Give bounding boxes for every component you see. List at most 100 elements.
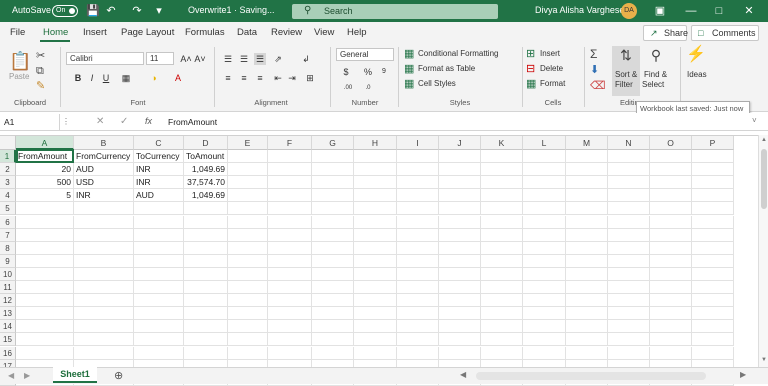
cell-p3[interactable]	[692, 176, 734, 190]
cell-c2[interactable]: INR	[134, 163, 184, 177]
cell-b11[interactable]	[74, 281, 134, 294]
customize-qat-icon[interactable]: ▾	[152, 4, 166, 18]
cell-p9[interactable]	[692, 254, 734, 268]
underline-icon[interactable]: U	[100, 72, 112, 84]
cell-b2[interactable]: AUD	[74, 163, 134, 177]
row-header-14[interactable]: 14	[0, 320, 16, 334]
cell-a12[interactable]	[16, 294, 74, 308]
align-left-icon[interactable]: ≡	[222, 72, 234, 84]
cell-m16[interactable]	[566, 346, 608, 360]
cell-k11[interactable]	[481, 281, 523, 294]
scroll-down-icon[interactable]: ▼	[761, 357, 767, 363]
column-header-h[interactable]: H	[354, 136, 397, 150]
cell-k5[interactable]	[481, 202, 523, 216]
cell-c9[interactable]	[134, 254, 184, 268]
fill-icon[interactable]: ⬇	[590, 63, 599, 77]
cell-e5[interactable]	[228, 202, 268, 216]
expand-formula-icon[interactable]: ˅	[752, 116, 757, 125]
cell-l10[interactable]	[523, 267, 566, 281]
cell-i14[interactable]	[397, 320, 439, 334]
hscroll-left-icon[interactable]: ◀	[460, 370, 466, 379]
cell-n3[interactable]	[608, 176, 650, 190]
cell-h4[interactable]	[354, 189, 397, 203]
fill-color-icon[interactable]: ◑	[148, 72, 160, 84]
cell-g15[interactable]	[312, 333, 354, 347]
column-header-b[interactable]: B	[74, 136, 134, 150]
cell-f4[interactable]	[268, 189, 312, 203]
cell-o8[interactable]	[650, 241, 692, 255]
cell-m1[interactable]	[566, 150, 608, 163]
cell-n7[interactable]	[608, 228, 650, 242]
cell-c12[interactable]	[134, 294, 184, 308]
cell-a16[interactable]	[16, 346, 74, 360]
cell-g9[interactable]	[312, 254, 354, 268]
cell-b15[interactable]	[74, 333, 134, 347]
cell-b10[interactable]	[74, 267, 134, 281]
column-header-f[interactable]: F	[268, 136, 312, 150]
cell-o9[interactable]	[650, 254, 692, 268]
increase-font-icon[interactable]: A˄	[180, 53, 192, 65]
share-button[interactable]: ↗ Share	[643, 25, 688, 41]
cell-j14[interactable]	[439, 320, 481, 334]
comma-style-icon[interactable]: 9	[378, 66, 390, 78]
cell-k8[interactable]	[481, 241, 523, 255]
cell-n2[interactable]	[608, 163, 650, 177]
insert-function-icon[interactable]: fx	[145, 116, 152, 126]
cell-d10[interactable]	[184, 267, 228, 281]
cell-n4[interactable]	[608, 189, 650, 203]
cell-h8[interactable]	[354, 241, 397, 255]
cell-a15[interactable]	[16, 333, 74, 347]
cell-c16[interactable]	[134, 346, 184, 360]
cell-h12[interactable]	[354, 294, 397, 308]
decrease-indent-icon[interactable]: ⇤	[272, 72, 284, 84]
cell-h1[interactable]	[354, 150, 397, 163]
cell-j12[interactable]	[439, 294, 481, 308]
cell-c8[interactable]	[134, 241, 184, 255]
worksheet-grid[interactable]: ABCDEFGHIJKLMNOP 1 2 3 4 5 6 7 8 9 10 11 12 13 14 15 16…	[0, 135, 758, 386]
cell-e10[interactable]	[228, 267, 268, 281]
cell-n6[interactable]	[608, 215, 650, 229]
row-header-10[interactable]: 10	[0, 267, 16, 281]
cell-p2[interactable]	[692, 163, 734, 177]
cell-j13[interactable]	[439, 307, 481, 321]
cell-f3[interactable]	[268, 176, 312, 190]
autosave-toggle[interactable]: On	[52, 5, 78, 17]
cell-f13[interactable]	[268, 307, 312, 321]
cell-b16[interactable]	[74, 346, 134, 360]
column-header-i[interactable]: I	[397, 136, 439, 150]
row-header-2[interactable]: 2	[0, 163, 16, 177]
cell-p6[interactable]	[692, 215, 734, 229]
row-header-5[interactable]: 5	[0, 202, 16, 216]
cell-n8[interactable]	[608, 241, 650, 255]
paste-icon[interactable]: 📋	[9, 52, 31, 70]
row-header-11[interactable]: 11	[0, 281, 16, 294]
column-header-m[interactable]: M	[566, 136, 608, 150]
minimize-icon[interactable]: —	[684, 4, 698, 18]
cell-c4[interactable]: AUD	[134, 189, 184, 203]
cell-p16[interactable]	[692, 346, 734, 360]
cell-p12[interactable]	[692, 294, 734, 308]
cell-o6[interactable]	[650, 215, 692, 229]
cell-n5[interactable]	[608, 202, 650, 216]
cell-m3[interactable]	[566, 176, 608, 190]
cell-h16[interactable]	[354, 346, 397, 360]
row-header-8[interactable]: 8	[0, 241, 16, 255]
cell-c14[interactable]	[134, 320, 184, 334]
cell-n15[interactable]	[608, 333, 650, 347]
cell-i2[interactable]	[397, 163, 439, 177]
cell-g5[interactable]	[312, 202, 354, 216]
cell-f5[interactable]	[268, 202, 312, 216]
format-cells-button[interactable]: Format	[540, 79, 565, 88]
tab-file[interactable]: File	[10, 27, 25, 38]
decrease-decimal-icon[interactable]: .0	[362, 82, 374, 94]
conditional-formatting-button[interactable]: Conditional Formatting	[418, 49, 498, 58]
delete-cells-button[interactable]: Delete	[540, 64, 563, 73]
redo-icon[interactable]: ↷	[130, 4, 144, 18]
cell-f7[interactable]	[268, 228, 312, 242]
cell-k1[interactable]	[481, 150, 523, 163]
cell-d4[interactable]: 1,049.69	[184, 189, 228, 203]
cell-o3[interactable]	[650, 176, 692, 190]
cell-i1[interactable]	[397, 150, 439, 163]
cell-n10[interactable]	[608, 267, 650, 281]
cell-h5[interactable]	[354, 202, 397, 216]
